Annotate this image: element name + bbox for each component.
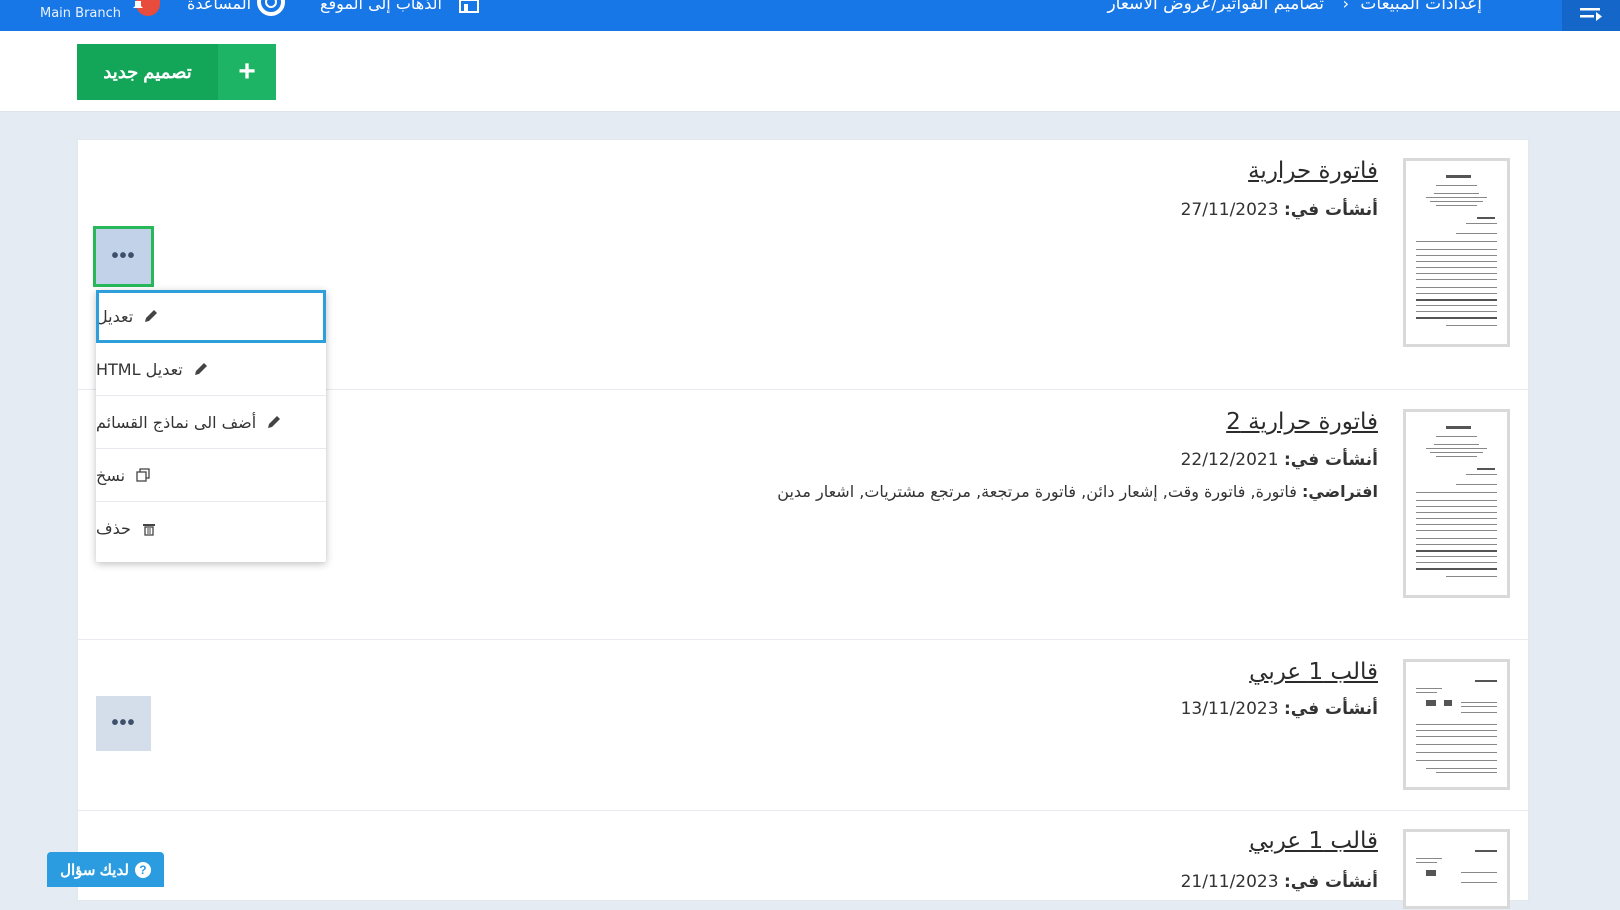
template-thumbnail[interactable] xyxy=(1403,829,1510,909)
action-strip: تصميم جديد + xyxy=(0,31,1620,112)
add-to-voucher-templates-menu-item[interactable]: أضف الى نماذج القسائم xyxy=(96,396,326,449)
created-date: أنشأت في: 27/11/2023 xyxy=(1180,200,1378,220)
new-design-button[interactable]: تصميم جديد + xyxy=(77,44,276,100)
template-thumbnail[interactable] xyxy=(1403,659,1510,790)
copy-menu-item[interactable]: نسخ xyxy=(96,449,326,502)
breadcrumb-parent[interactable]: إعدادات المبيعات xyxy=(1360,0,1482,14)
lifebuoy-icon xyxy=(257,0,285,16)
template-thumbnail[interactable] xyxy=(1403,409,1510,598)
pencil-icon xyxy=(143,308,159,324)
new-design-label: تصميم جديد xyxy=(77,44,218,100)
pencil-icon xyxy=(193,361,209,377)
more-actions-dropdown: تعديل تعديل HTML أضف الى نماذج القسائم ن… xyxy=(96,290,326,562)
thermal-invoice-preview xyxy=(1416,171,1497,334)
a4-invoice-preview xyxy=(1416,672,1497,777)
help-question-button[interactable]: ? لديك سؤال xyxy=(47,852,164,887)
template-title-link[interactable]: فاتورة حرارية 2 xyxy=(1226,409,1378,435)
copy-icon xyxy=(135,467,151,483)
breadcrumb-current: تصاميم الفواتير/عروض الأسعار xyxy=(1107,0,1324,14)
bell-icon[interactable] xyxy=(131,0,145,12)
edit-menu-item[interactable]: تعديل xyxy=(96,290,326,343)
help-link[interactable]: المساعدة xyxy=(187,0,251,13)
branch-name[interactable]: Main Branch xyxy=(40,6,121,21)
thermal-invoice-preview xyxy=(1416,422,1497,585)
visit-site-link[interactable]: الذهاب إلى الموقع xyxy=(320,0,442,13)
edit-html-menu-item[interactable]: تعديل HTML xyxy=(96,343,326,396)
question-icon: ? xyxy=(134,861,151,878)
created-date: أنشأت في: 22/12/2021 xyxy=(1180,450,1378,470)
template-thumbnail[interactable] xyxy=(1403,158,1510,347)
a4-invoice-preview xyxy=(1416,842,1497,896)
more-actions-button[interactable]: ••• xyxy=(93,226,154,287)
pencil-icon xyxy=(266,414,282,430)
template-title-link[interactable]: قالب 1 عربي xyxy=(1249,828,1378,854)
trash-icon xyxy=(141,521,157,537)
store-icon xyxy=(459,0,479,13)
delete-menu-item[interactable]: حذف xyxy=(96,502,326,555)
more-actions-button[interactable]: ••• xyxy=(96,696,151,751)
menu-toggle-icon xyxy=(1580,7,1602,21)
breadcrumb-separator: › xyxy=(1342,0,1349,13)
template-title-link[interactable]: فاتورة حرارية xyxy=(1248,158,1378,184)
menu-toggle-button[interactable] xyxy=(1562,0,1620,31)
template-row: قالب 1 عربي أنشأت في: 13/11/2023 ••• xyxy=(78,639,1528,811)
default-for-list: افتراضي: فاتورة, فاتورة وقت, إشعار دائن,… xyxy=(777,482,1378,501)
plus-icon: + xyxy=(218,44,276,100)
top-navbar: إعدادات المبيعات › تصاميم الفواتير/عروض … xyxy=(0,0,1620,31)
created-date: أنشأت في: 13/11/2023 xyxy=(1180,699,1378,719)
template-title-link[interactable]: قالب 1 عربي xyxy=(1249,659,1378,685)
template-row: قالب 1 عربي أنشأت في: 21/11/2023 xyxy=(78,810,1528,910)
created-date: أنشأت في: 21/11/2023 xyxy=(1180,872,1378,892)
